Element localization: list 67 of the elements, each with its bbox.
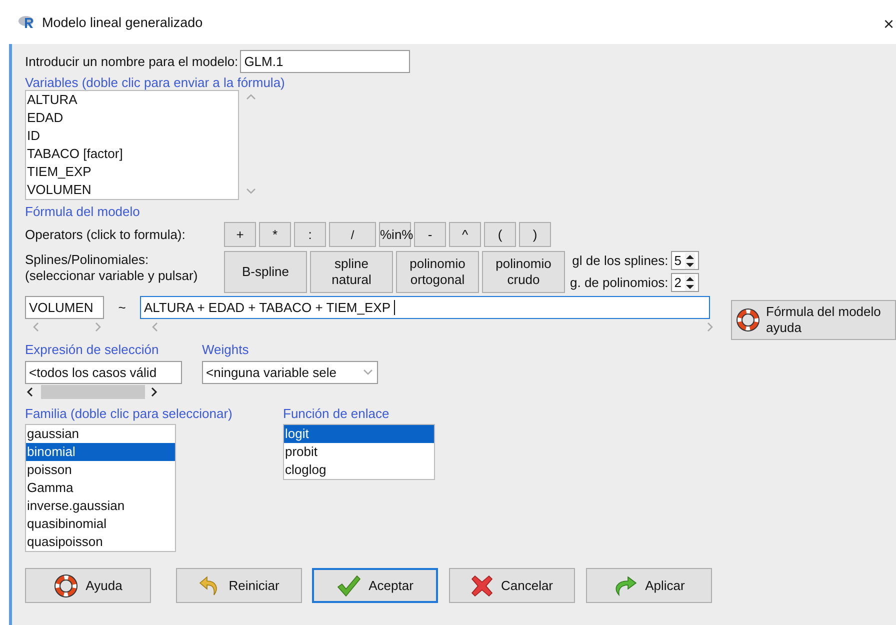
list-item[interactable]: TIEM_EXP	[26, 163, 238, 181]
lifebuoy-icon	[736, 308, 760, 332]
section-label: Familia (doble clic para seleccionar)	[25, 406, 234, 421]
section-label: Weights	[202, 342, 250, 357]
check-icon	[336, 574, 361, 596]
list-item[interactable]: VOLUMEN	[26, 181, 238, 199]
list-item[interactable]: probit	[284, 443, 434, 461]
response-field[interactable]: VOLUMEN	[25, 296, 104, 319]
operator-button[interactable]: +	[224, 222, 256, 247]
operator-button[interactable]: -	[414, 222, 446, 247]
model-name-field[interactable]: GLM.1	[240, 50, 410, 73]
redo-arrow-icon	[613, 574, 638, 596]
list-item[interactable]: Gamma	[26, 479, 175, 497]
weights-dropdown[interactable]: <ninguna variable sele	[202, 361, 378, 384]
list-item[interactable]: ID	[26, 127, 238, 145]
operators-label: Operators (click to formula):	[25, 227, 186, 242]
close-button[interactable]: ×	[883, 14, 894, 35]
link-list[interactable]: logit probit cloglog	[283, 424, 435, 480]
splines-label: Splines/Polinomiales: (seleccionar variable y pulsar)	[25, 252, 199, 284]
operator-button[interactable]: %in%	[379, 222, 411, 247]
list-item[interactable]: EDAD	[26, 109, 238, 127]
ok-button[interactable]: Aceptar	[312, 568, 438, 603]
list-item[interactable]: binomial	[26, 443, 175, 461]
operator-button[interactable]: )	[519, 222, 551, 247]
variables-list[interactable]: ALTURA EDAD ID TABACO [factor] TIEM_EXP VOLUMEN	[25, 90, 239, 200]
spinner-field[interactable]: 2	[671, 273, 700, 292]
tilde-label: ~	[117, 300, 127, 315]
section-label: Función de enlace	[283, 406, 390, 421]
formula-help-button[interactable]: Fórmula del modelo ayuda	[731, 300, 896, 340]
spinner-field[interactable]: 5	[671, 251, 700, 270]
cancel-button[interactable]: Cancelar	[449, 568, 575, 603]
spinner-label: gl de los splines:	[572, 253, 668, 268]
spline-button[interactable]: polinomio crudo	[482, 250, 565, 292]
apply-button[interactable]: Aplicar	[586, 568, 712, 603]
lifebuoy-icon	[54, 574, 78, 598]
window-title: Modelo lineal generalizado	[42, 14, 203, 30]
reset-button[interactable]: Reiniciar	[176, 568, 302, 603]
section-label: Fórmula del modelo	[25, 204, 141, 219]
spline-button[interactable]: spline natural	[310, 250, 393, 292]
spline-button[interactable]: polinomio ortogonal	[396, 250, 479, 292]
section-label: Expresión de selección	[25, 342, 160, 357]
list-item[interactable]: poisson	[26, 461, 175, 479]
help-button[interactable]: Ayuda	[25, 568, 151, 603]
list-item[interactable]: logit	[284, 425, 434, 443]
list-item[interactable]: inverse.gaussian	[26, 497, 175, 515]
formula-field[interactable]: ALTURA + EDAD + TABACO + TIEM_EXP	[140, 296, 710, 319]
operator-button[interactable]: :	[294, 222, 326, 247]
spline-button[interactable]: B-spline	[224, 250, 307, 292]
list-item[interactable]: gaussian	[26, 425, 175, 443]
operator-button[interactable]: (	[484, 222, 516, 247]
x-mark-icon	[470, 574, 493, 596]
subset-field[interactable]: <todos los casos válid	[25, 361, 182, 384]
list-item[interactable]: cloglog	[284, 461, 434, 479]
r-logo-icon	[18, 15, 36, 29]
operator-button[interactable]: *	[259, 222, 291, 247]
list-item[interactable]: ALTURA	[26, 91, 238, 109]
section-label: Variables (doble clic para enviar a la fórmula)	[25, 75, 286, 90]
family-list[interactable]: gaussian binomial poisson Gamma inverse.gaussian quasibinomial quasipoisson	[25, 424, 176, 552]
operator-button[interactable]: ^	[449, 222, 481, 247]
list-item[interactable]: quasibinomial	[26, 515, 175, 533]
spinner-arrows-icon[interactable]	[684, 274, 695, 290]
list-item[interactable]: quasipoisson	[26, 533, 175, 551]
field-label: Introducir un nombre para el modelo:	[25, 54, 238, 69]
list-item[interactable]: TABACO [factor]	[26, 145, 238, 163]
operator-button[interactable]: /	[329, 222, 376, 247]
spinner-label: g. de polinomios:	[570, 275, 668, 290]
spinner-arrows-icon[interactable]	[684, 252, 695, 268]
